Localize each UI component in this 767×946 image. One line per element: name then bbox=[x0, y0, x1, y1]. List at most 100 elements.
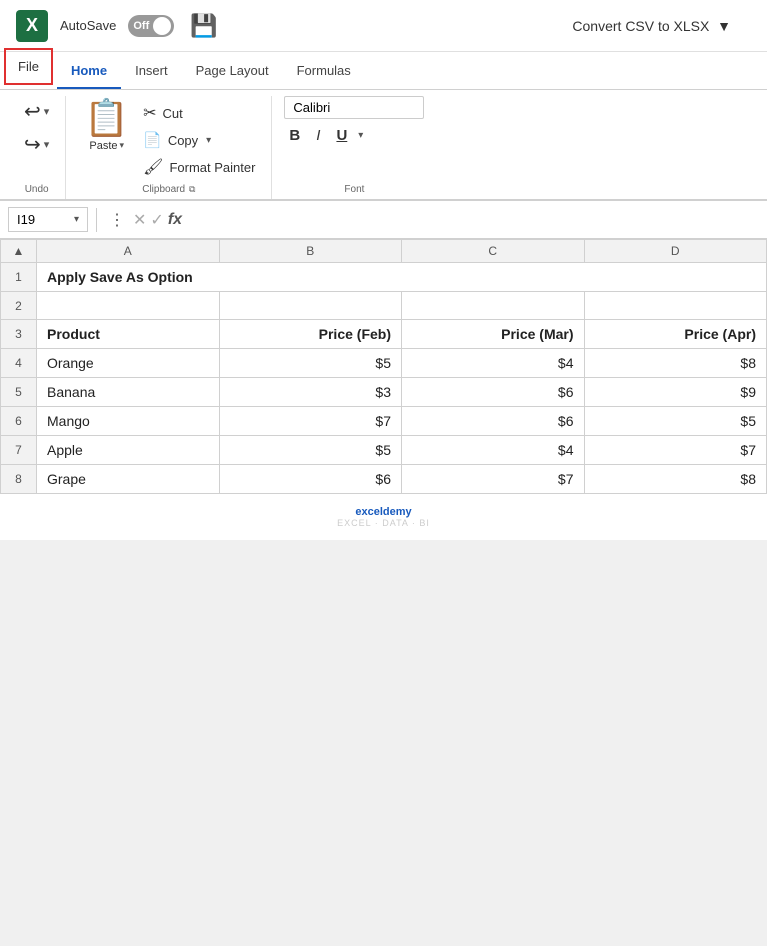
cell-d6[interactable]: $5 bbox=[584, 407, 767, 436]
cell-d7[interactable]: $7 bbox=[584, 436, 767, 465]
paste-dropdown-arrow[interactable]: ▾ bbox=[120, 140, 125, 151]
cut-label: Cut bbox=[163, 106, 183, 121]
copy-icon: 📄 bbox=[143, 131, 162, 149]
col-header-c[interactable]: C bbox=[402, 240, 585, 263]
cell-b8[interactable]: $6 bbox=[219, 465, 402, 494]
title-dropdown-arrow[interactable]: ▼ bbox=[717, 18, 731, 34]
tab-home[interactable]: Home bbox=[57, 52, 121, 89]
col-header-b[interactable]: B bbox=[219, 240, 402, 263]
row-header-3[interactable]: 3 bbox=[1, 320, 37, 349]
col-header-d[interactable]: D bbox=[584, 240, 767, 263]
italic-button[interactable]: I bbox=[311, 125, 325, 146]
cell-c6[interactable]: $6 bbox=[402, 407, 585, 436]
formula-fx-button[interactable]: fx bbox=[168, 211, 182, 229]
font-name-selector[interactable]: Calibri bbox=[284, 96, 424, 119]
sheet-table: ▲ A B C D 1 Apply Save As Option 2 bbox=[0, 239, 767, 494]
cell-b3[interactable]: Price (Feb) bbox=[219, 320, 402, 349]
cell-ref-value: I19 bbox=[17, 212, 35, 227]
workbook-title: Convert CSV to XLSX ▼ bbox=[572, 18, 731, 34]
formula-cancel-button[interactable]: ✕ bbox=[133, 210, 146, 230]
cell-c7[interactable]: $4 bbox=[402, 436, 585, 465]
copy-button[interactable]: 📄 Copy ▾ bbox=[139, 128, 259, 152]
cell-reference-box[interactable]: I19 ▾ bbox=[8, 207, 88, 232]
ribbon-tabs: File Home Insert Page Layout Formulas bbox=[0, 52, 767, 90]
cell-c8[interactable]: $7 bbox=[402, 465, 585, 494]
formula-divider bbox=[96, 208, 97, 232]
logo-letter: X bbox=[26, 15, 38, 36]
formula-input[interactable] bbox=[186, 212, 759, 227]
cell-c5[interactable]: $6 bbox=[402, 378, 585, 407]
cell-a7[interactable]: Apple bbox=[37, 436, 220, 465]
tab-formulas[interactable]: Formulas bbox=[283, 52, 365, 89]
save-button[interactable]: 💾 bbox=[190, 13, 217, 39]
row-header-6[interactable]: 6 bbox=[1, 407, 37, 436]
cell-d3[interactable]: Price (Apr) bbox=[584, 320, 767, 349]
col-header-a[interactable]: A bbox=[37, 240, 220, 263]
redo-button[interactable]: ↪ ▾ bbox=[20, 129, 53, 160]
paste-icon: 📋 bbox=[84, 100, 129, 136]
watermark-brand: exceldemy bbox=[355, 506, 411, 518]
cut-button[interactable]: ✂ Cut bbox=[139, 100, 259, 126]
ribbon: ↩ ▾ ↪ ▾ Undo 📋 Paste ▾ bbox=[0, 90, 767, 201]
toggle-knob bbox=[153, 17, 171, 35]
table-row: 5 Banana $3 $6 $9 bbox=[1, 378, 767, 407]
row-header-4[interactable]: 4 bbox=[1, 349, 37, 378]
ribbon-group-undo: ↩ ▾ ↪ ▾ Undo bbox=[8, 96, 66, 199]
undo-dropdown[interactable]: ▾ bbox=[44, 105, 50, 118]
title-bar: X AutoSave Off 💾 Convert CSV to XLSX ▼ bbox=[0, 0, 767, 52]
font-name-value: Calibri bbox=[293, 100, 330, 115]
cell-b5[interactable]: $3 bbox=[219, 378, 402, 407]
table-row: 7 Apple $5 $4 $7 bbox=[1, 436, 767, 465]
cell-b7[interactable]: $5 bbox=[219, 436, 402, 465]
row-header-5[interactable]: 5 bbox=[1, 378, 37, 407]
autosave-toggle[interactable]: Off bbox=[128, 15, 174, 37]
underline-dropdown-arrow[interactable]: ▾ bbox=[358, 130, 363, 141]
tab-page-layout[interactable]: Page Layout bbox=[182, 52, 283, 89]
cell-d4[interactable]: $8 bbox=[584, 349, 767, 378]
format-painter-label: Format Painter bbox=[169, 160, 255, 175]
row-header-8[interactable]: 8 bbox=[1, 465, 37, 494]
cell-a6[interactable]: Mango bbox=[37, 407, 220, 436]
cell-a3[interactable]: Product bbox=[37, 320, 220, 349]
tab-file[interactable]: File bbox=[4, 48, 53, 85]
cell-c2[interactable] bbox=[402, 292, 585, 320]
formula-confirm-button[interactable]: ✓ bbox=[150, 210, 163, 230]
paste-label: Paste bbox=[89, 140, 117, 152]
cell-d8[interactable]: $8 bbox=[584, 465, 767, 494]
cell-b2[interactable] bbox=[219, 292, 402, 320]
paste-button[interactable]: 📋 Paste ▾ bbox=[78, 96, 135, 156]
cell-c4[interactable]: $4 bbox=[402, 349, 585, 378]
row-header-2[interactable]: 2 bbox=[1, 292, 37, 320]
spreadsheet: ▲ A B C D 1 Apply Save As Option 2 bbox=[0, 239, 767, 494]
cell-a5[interactable]: Banana bbox=[37, 378, 220, 407]
underline-button[interactable]: U bbox=[331, 125, 352, 146]
format-painter-button[interactable]: 🖌 Format Painter bbox=[139, 154, 259, 180]
cell-a4[interactable]: Orange bbox=[37, 349, 220, 378]
undo-group-label: Undo bbox=[25, 184, 49, 195]
cell-d2[interactable] bbox=[584, 292, 767, 320]
formula-options-button[interactable]: ⋮ bbox=[105, 210, 129, 230]
autosave-label: AutoSave bbox=[60, 18, 116, 33]
undo-button[interactable]: ↩ ▾ bbox=[20, 96, 53, 127]
cell-c3[interactable]: Price (Mar) bbox=[402, 320, 585, 349]
redo-dropdown[interactable]: ▾ bbox=[44, 138, 50, 151]
copy-dropdown-arrow[interactable]: ▾ bbox=[206, 135, 211, 146]
cell-b6[interactable]: $7 bbox=[219, 407, 402, 436]
cell-a1[interactable]: Apply Save As Option bbox=[37, 263, 767, 292]
cell-ref-dropdown-arrow[interactable]: ▾ bbox=[74, 214, 79, 225]
cell-a2[interactable] bbox=[37, 292, 220, 320]
redo-icon: ↪ bbox=[24, 132, 41, 157]
cell-d5[interactable]: $9 bbox=[584, 378, 767, 407]
row-header-7[interactable]: 7 bbox=[1, 436, 37, 465]
copy-label: Copy bbox=[168, 133, 198, 148]
bold-button[interactable]: B bbox=[284, 125, 305, 146]
watermark: exceldemy EXCEL · DATA · BI bbox=[0, 494, 767, 540]
tab-insert[interactable]: Insert bbox=[121, 52, 182, 89]
clipboard-expand-icon[interactable]: ⧉ bbox=[189, 184, 195, 195]
ribbon-group-clipboard: 📋 Paste ▾ ✂ Cut 📄 Copy ▾ 🖌 bbox=[66, 96, 272, 199]
cell-b4[interactable]: $5 bbox=[219, 349, 402, 378]
cell-a8[interactable]: Grape bbox=[37, 465, 220, 494]
table-row: 3 Product Price (Feb) Price (Mar) Price … bbox=[1, 320, 767, 349]
row-header-1[interactable]: 1 bbox=[1, 263, 37, 292]
excel-logo: X bbox=[16, 10, 48, 42]
